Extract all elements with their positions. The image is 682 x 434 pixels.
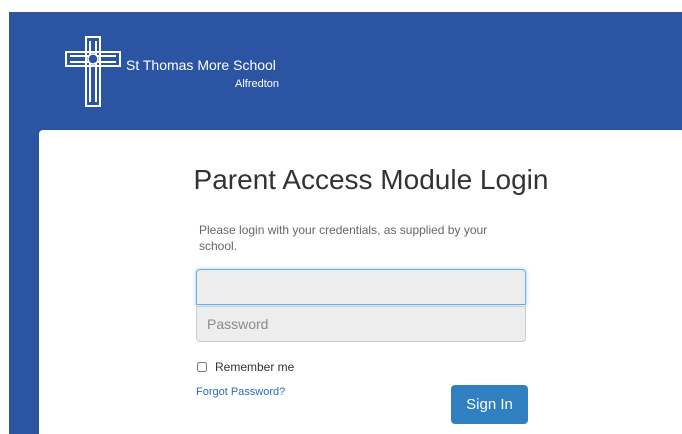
school-town: Alfredton (235, 78, 280, 90)
cross-crest-icon (65, 36, 121, 107)
username-input[interactable] (196, 269, 526, 305)
sign-in-button[interactable]: Sign In (451, 385, 528, 424)
login-card: Parent Access Module Login Please login … (39, 130, 682, 434)
login-instructions: Please login with your credentials, as s… (199, 223, 488, 253)
remember-me[interactable]: Remember me (197, 360, 294, 374)
remember-me-label: Remember me (215, 360, 295, 374)
header-background: St Thomas More School Alfredton Parent A… (9, 12, 682, 434)
password-input[interactable] (196, 306, 526, 342)
forgot-password-link[interactable]: Forgot Password? (196, 386, 285, 398)
page: St Thomas More School Alfredton Parent A… (0, 0, 682, 434)
remember-me-checkbox[interactable] (197, 362, 207, 372)
school-name: St Thomas More School (126, 57, 276, 73)
school-logo: St Thomas More School Alfredton (65, 36, 295, 108)
page-title: Parent Access Module Login (193, 164, 549, 195)
